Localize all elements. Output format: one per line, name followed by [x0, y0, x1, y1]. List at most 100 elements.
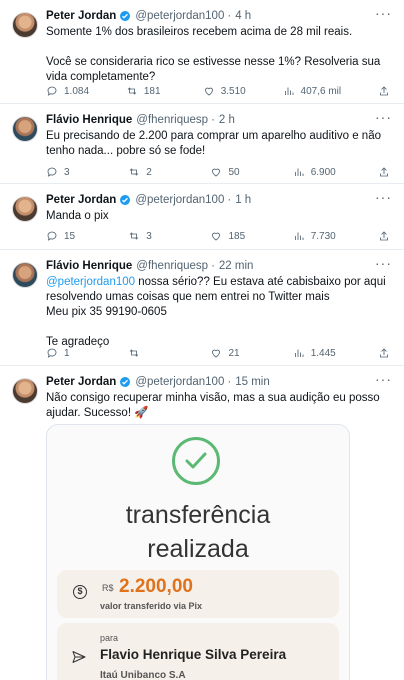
avatar[interactable]	[12, 262, 38, 288]
reply-button[interactable]: 1.084	[46, 85, 89, 97]
more-icon[interactable]: ···	[375, 110, 392, 124]
to-label: para	[100, 633, 119, 643]
success-check-icon	[172, 437, 220, 485]
author-handle[interactable]: @fhenriquesp	[136, 113, 208, 127]
more-icon[interactable]: ···	[375, 6, 392, 20]
avatar[interactable]	[12, 12, 38, 38]
recipient-box: para Flavio Henrique Silva Pereira Itaú …	[57, 623, 339, 680]
views-icon	[294, 349, 304, 357]
money-icon: $	[73, 585, 87, 599]
tweet[interactable]: Flávio Henrique @fhenriquesp · 2 h ··· E…	[0, 104, 404, 184]
views-icon	[284, 87, 293, 95]
reply-count: 3	[64, 166, 70, 178]
heart-icon	[212, 232, 221, 241]
bank-name: Itaú Unibanco S.A	[100, 670, 186, 680]
mention-link[interactable]: @peterjordan100	[46, 276, 135, 288]
share-button[interactable]	[378, 347, 390, 359]
like-button[interactable]: 3.510	[203, 85, 246, 97]
timestamp[interactable]: 1 h	[235, 193, 251, 207]
heart-icon	[212, 349, 221, 358]
amount: 2.200,00	[119, 576, 193, 597]
author-name[interactable]: Flávio Henrique	[46, 113, 132, 127]
views-icon	[294, 168, 304, 176]
views-count: 1.445	[310, 347, 336, 359]
send-icon	[72, 651, 86, 663]
reply-icon	[47, 231, 57, 241]
retweet-button[interactable]	[128, 347, 168, 359]
heart-icon	[204, 87, 213, 96]
like-count: 3.510	[220, 85, 246, 97]
author-name[interactable]: Peter Jordan	[46, 375, 116, 389]
like-count: 50	[228, 166, 240, 178]
retweet-button[interactable]: 181	[126, 85, 166, 97]
retweet-button[interactable]: 2	[128, 166, 168, 178]
retweet-count: 2	[146, 166, 152, 178]
attached-image-receipt[interactable]: transferência realizada $ R$ 2.200,00 va…	[46, 424, 350, 680]
avatar[interactable]	[12, 378, 38, 404]
retweet-icon	[127, 87, 137, 95]
author-handle[interactable]: @peterjordan100	[135, 193, 224, 207]
share-button[interactable]	[378, 85, 390, 97]
reply-button[interactable]: 15	[46, 230, 86, 242]
share-button[interactable]	[378, 230, 390, 242]
views-button[interactable]: 407,6 mil	[283, 85, 342, 97]
amount-box: $ R$ 2.200,00 valor transferido via Pix	[57, 570, 339, 618]
recipient-name: Flavio Henrique Silva Pereira	[100, 647, 287, 662]
avatar[interactable]	[12, 196, 38, 222]
like-button[interactable]: 185	[210, 230, 250, 242]
verified-badge-icon	[120, 195, 131, 205]
more-icon[interactable]: ···	[375, 372, 392, 386]
views-button[interactable]: 1.445	[293, 347, 336, 359]
views-count: 6.900	[310, 166, 336, 178]
more-icon[interactable]: ···	[375, 190, 392, 204]
tweet-text: Manda o pix	[46, 210, 109, 222]
receipt-title: transferência	[125, 501, 271, 529]
reply-icon	[47, 86, 57, 96]
tweet[interactable]: Peter Jordan @peterjordan100 · 4 h ··· S…	[0, 0, 404, 104]
author-name[interactable]: Peter Jordan	[46, 193, 116, 207]
like-count: 185	[228, 230, 246, 242]
author-handle[interactable]: @fhenriquesp	[136, 259, 208, 273]
author-name[interactable]: Flávio Henrique	[46, 259, 132, 273]
timestamp[interactable]: 15 min	[235, 375, 270, 389]
verified-badge-icon	[120, 377, 131, 387]
like-button[interactable]: 21	[210, 347, 250, 359]
avatar[interactable]	[12, 116, 38, 142]
more-icon[interactable]: ···	[375, 256, 392, 270]
views-count: 407,6 mil	[300, 85, 342, 97]
author-name[interactable]: Peter Jordan	[46, 9, 116, 23]
timestamp[interactable]: 4 h	[235, 9, 251, 23]
share-icon	[380, 86, 388, 96]
retweet-count: 3	[146, 230, 152, 242]
like-count: 21	[228, 347, 240, 359]
tweet-text: Eu precisando de 2.200 para comprar um a…	[46, 130, 385, 157]
author-handle[interactable]: @peterjordan100	[135, 375, 224, 389]
retweet-button[interactable]: 3	[128, 230, 168, 242]
reply-count: 15	[64, 230, 76, 242]
tweet[interactable]: Peter Jordan @peterjordan100 · 1 h ··· M…	[0, 184, 404, 250]
retweet-count: 181	[143, 85, 161, 97]
share-icon	[380, 348, 388, 358]
author-handle[interactable]: @peterjordan100	[135, 9, 224, 23]
retweet-icon	[129, 168, 139, 176]
thread: Peter Jordan @peterjordan100 · 4 h ··· S…	[0, 0, 404, 680]
timestamp[interactable]: 22 min	[219, 259, 254, 273]
like-button[interactable]: 50	[210, 166, 250, 178]
reply-count: 1.084	[64, 85, 90, 97]
reply-icon	[47, 348, 57, 358]
share-button[interactable]	[378, 166, 390, 178]
tweet[interactable]: Flávio Henrique @fhenriquesp · 22 min ··…	[0, 250, 404, 366]
tweet-text: Somente 1% dos brasileiros recebem acima…	[46, 26, 381, 83]
currency: R$	[102, 583, 114, 593]
reply-button[interactable]: 3	[46, 166, 86, 178]
views-button[interactable]: 6.900	[293, 166, 336, 178]
amount-label: valor transferido via Pix	[100, 601, 203, 611]
views-count: 7.730	[310, 230, 336, 242]
share-icon	[380, 167, 388, 177]
heart-icon	[212, 168, 221, 177]
reply-button[interactable]: 1	[46, 347, 86, 359]
receipt-title-line2: realizada	[147, 535, 249, 563]
views-button[interactable]: 7.730	[293, 230, 336, 242]
tweet-text: @peterjordan100 nossa sério?? Eu estava …	[46, 275, 392, 350]
timestamp[interactable]: 2 h	[219, 113, 235, 127]
